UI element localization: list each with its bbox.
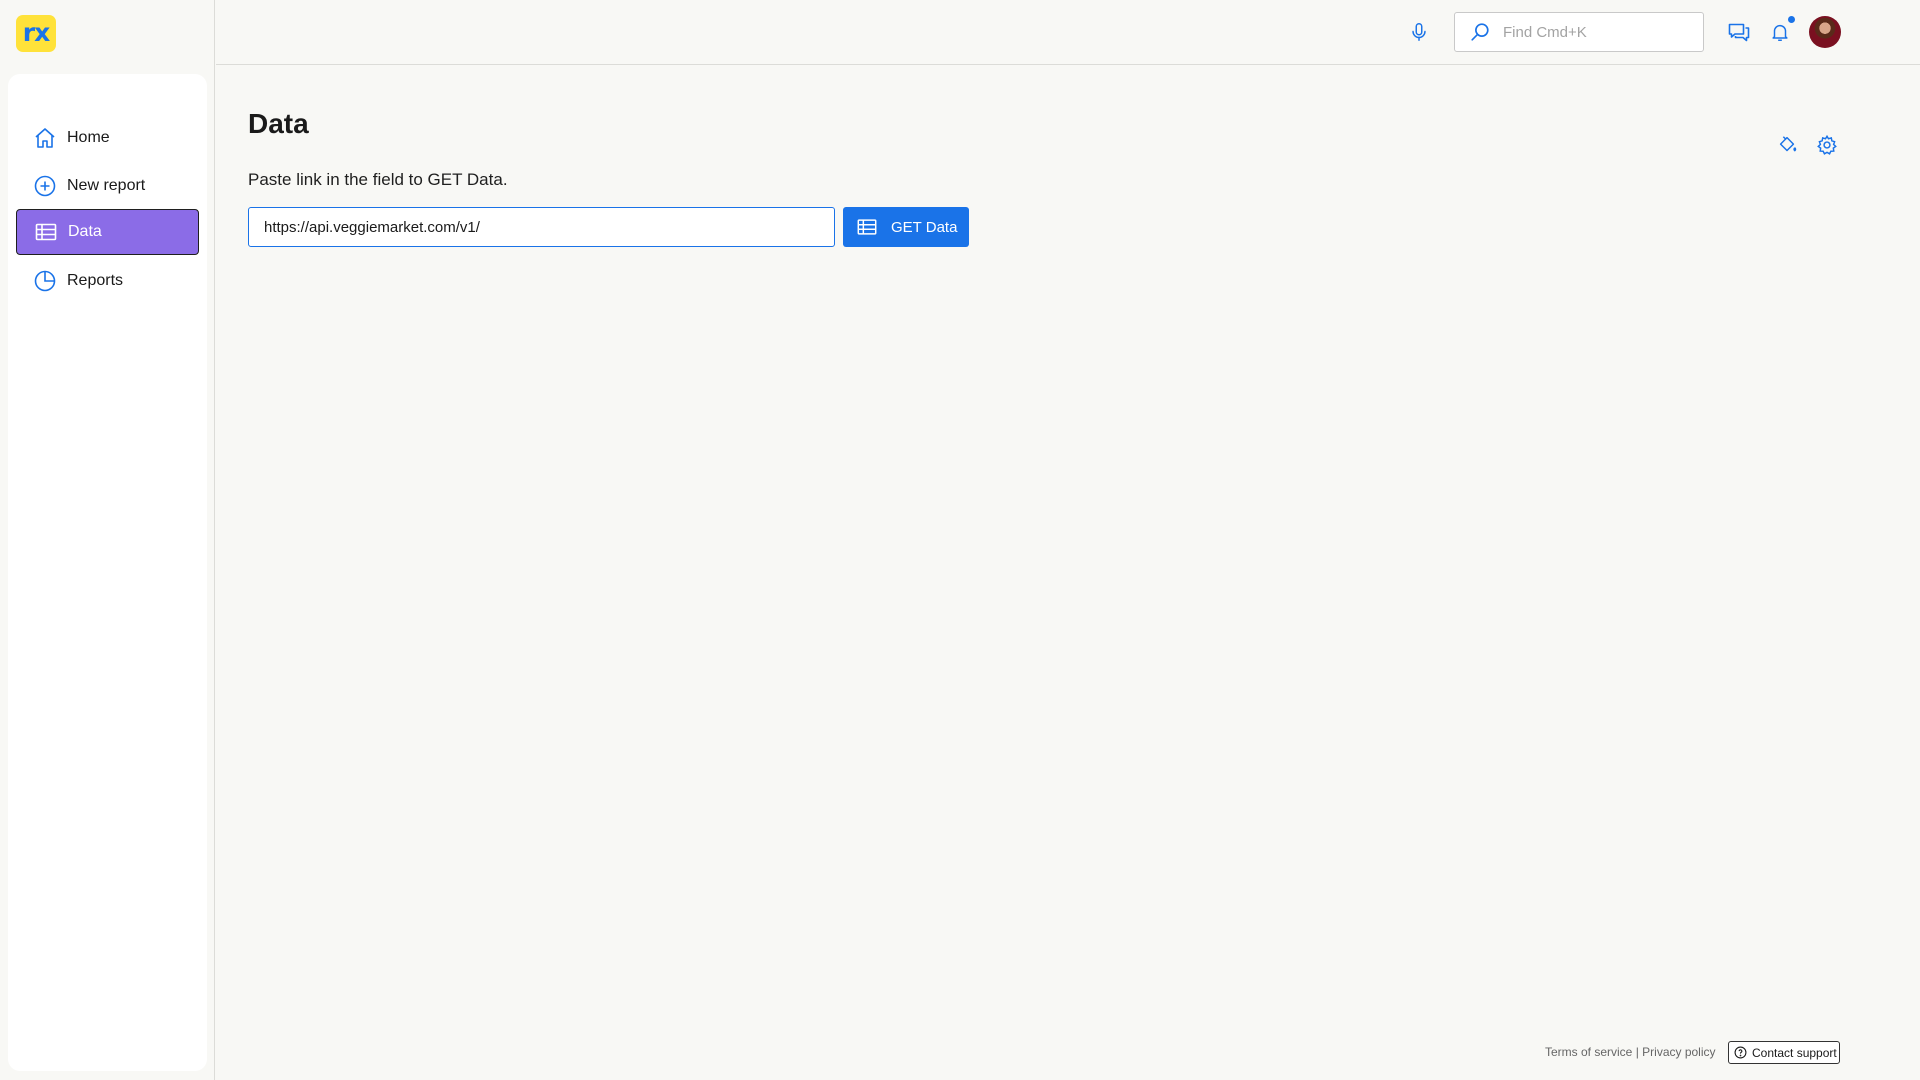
sidebar-item-label: New report <box>67 177 146 194</box>
get-data-label: GET Data <box>891 218 958 236</box>
home-icon <box>33 126 57 150</box>
footer-links: Terms of service | Privacy policy <box>1545 1045 1716 1059</box>
terms-link[interactable]: Terms of service <box>1545 1045 1632 1059</box>
notification-badge <box>1788 16 1795 23</box>
bell-icon[interactable] <box>1768 20 1792 44</box>
sidebar-nav: Home New report Data Reports <box>8 74 207 1071</box>
microphone-icon[interactable] <box>1407 20 1431 44</box>
contact-support-label: Contact support <box>1752 1045 1837 1060</box>
instruction-text: Paste link in the field to GET Data. <box>248 170 508 189</box>
url-input[interactable] <box>248 207 835 247</box>
contact-support-button[interactable]: Contact support <box>1728 1041 1840 1064</box>
app-root: rx Home New report Data Reports Find Cmd… <box>0 0 1920 1080</box>
sidebar-item-new-report[interactable]: New report <box>16 163 199 209</box>
sidebar-item-label: Home <box>67 129 110 146</box>
search-input[interactable] <box>1503 23 1693 41</box>
search-box[interactable] <box>1454 12 1704 52</box>
sidebar-item-home[interactable]: Home <box>16 115 199 161</box>
user-avatar[interactable] <box>1809 16 1841 48</box>
sidebar-item-label: Data <box>68 223 102 240</box>
pie-chart-icon <box>33 269 57 293</box>
left-rail: rx Home New report Data Reports <box>0 0 215 1080</box>
sidebar-item-data[interactable]: Data <box>16 209 199 255</box>
footer-separator: | <box>1632 1045 1643 1059</box>
sidebar-item-reports[interactable]: Reports <box>16 258 199 304</box>
get-data-button[interactable]: GET Data <box>843 207 969 247</box>
plus-circle-icon <box>33 174 57 198</box>
search-icon <box>1469 21 1491 43</box>
chat-icon[interactable] <box>1727 20 1751 44</box>
privacy-link[interactable]: Privacy policy <box>1642 1045 1715 1059</box>
sidebar-item-label: Reports <box>67 272 124 289</box>
gear-icon[interactable] <box>1815 133 1839 157</box>
help-circle-icon <box>1734 1046 1747 1059</box>
table-icon <box>856 216 878 238</box>
paint-bucket-icon[interactable] <box>1775 133 1799 157</box>
app-logo[interactable]: rx <box>16 15 56 52</box>
table-icon <box>34 220 58 244</box>
page-title: Data <box>248 108 309 139</box>
